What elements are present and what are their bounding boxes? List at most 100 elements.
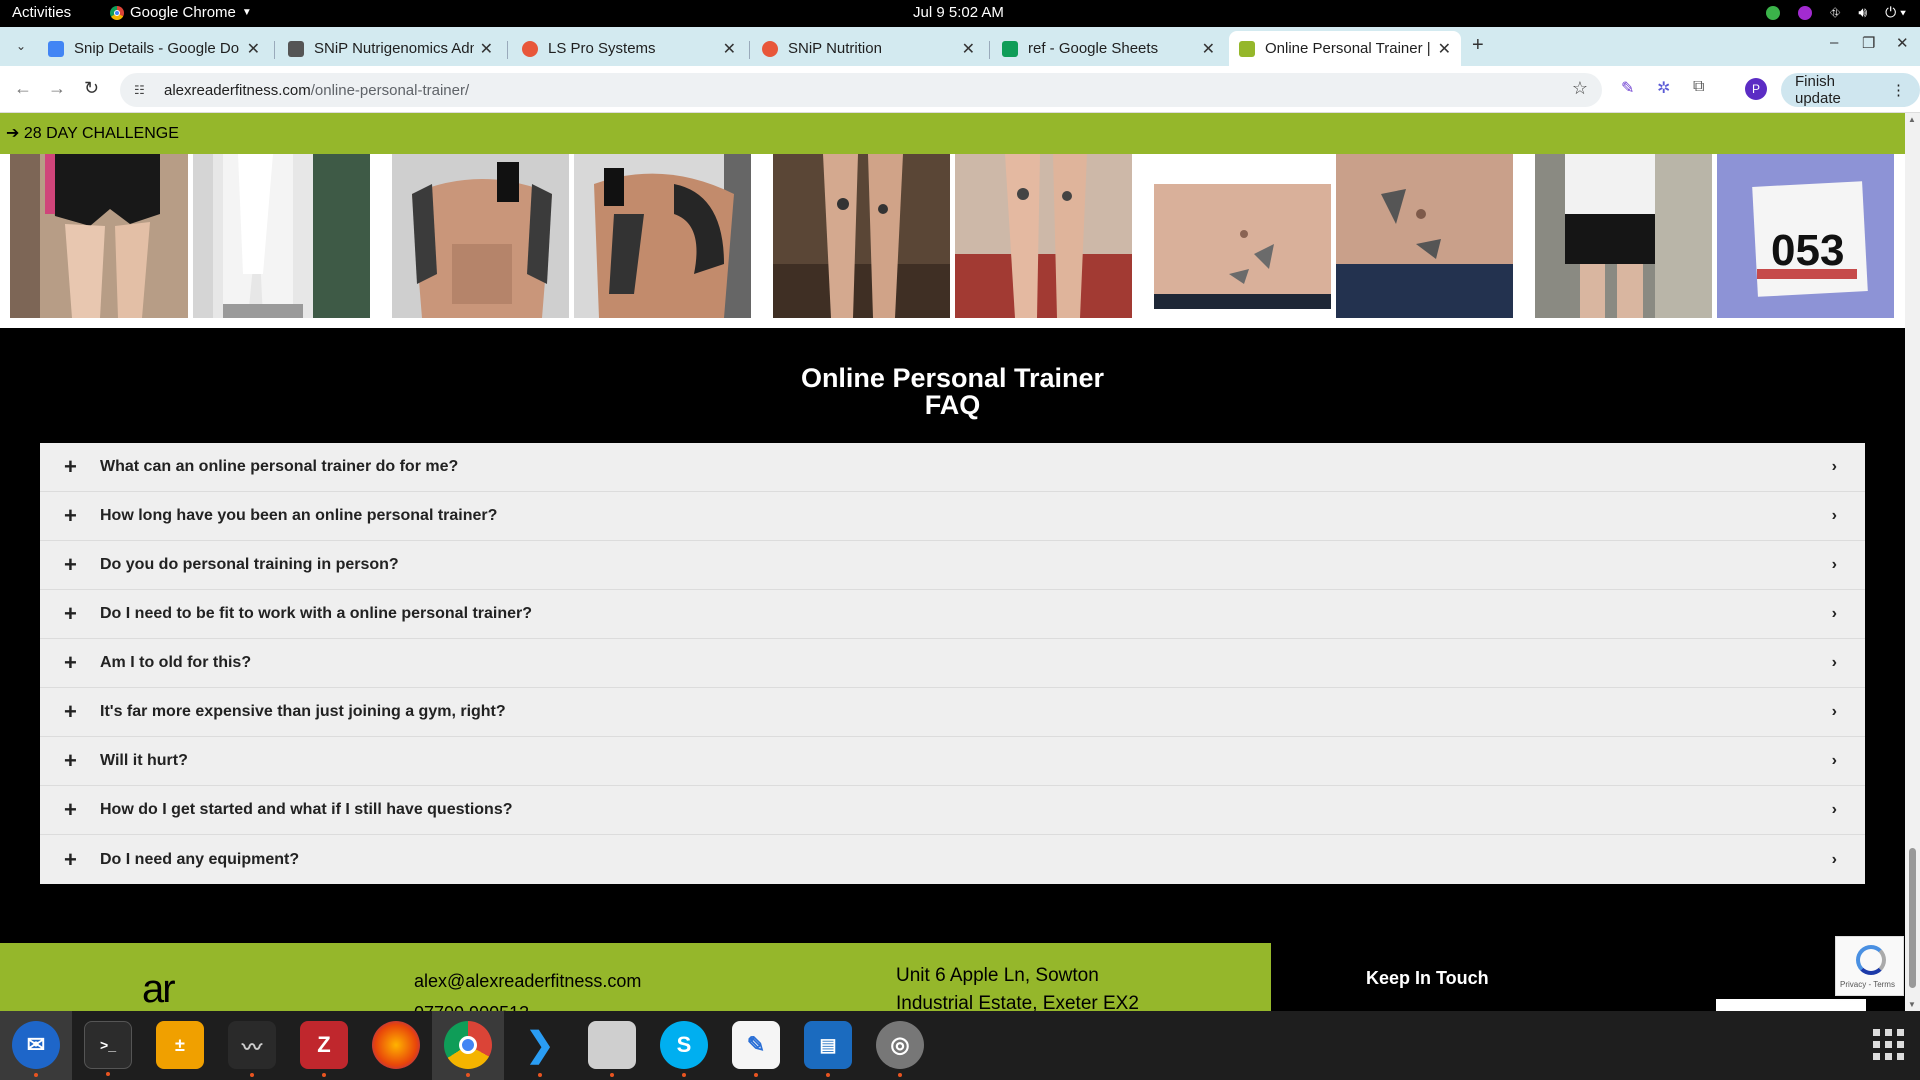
tab-strip: ⌄ Snip Details - Google Do ✕ SNiP Nutrig… [0, 27, 1920, 66]
plus-icon: + [64, 552, 77, 577]
files-icon[interactable] [588, 1021, 636, 1077]
challenge-link-bar[interactable]: ➔ 28 DAY CHALLENGE [0, 113, 1905, 154]
gallery-photo[interactable] [773, 154, 950, 318]
power-icon[interactable]: ⏻ ▾ [1885, 4, 1906, 21]
gallery-photo[interactable] [392, 154, 569, 318]
faq-question: What can an online personal trainer do f… [100, 458, 459, 475]
app-menu-label: Google Chrome [130, 4, 236, 21]
close-icon[interactable]: ✕ [480, 39, 493, 59]
minimize-button[interactable]: – [1830, 34, 1838, 51]
close-window-button[interactable]: ✕ [1896, 34, 1909, 52]
gallery-photo[interactable] [1336, 154, 1513, 318]
gallery-photo[interactable] [193, 154, 370, 318]
tab-ls-pro-systems[interactable]: LS Pro Systems ✕ [512, 31, 746, 66]
chrome-icon[interactable] [444, 1021, 492, 1077]
scrollbar-thumb[interactable] [1909, 848, 1916, 988]
recaptcha-privacy-terms[interactable]: Privacy - Terms [1840, 980, 1895, 989]
footer-contact: ar alex@alexreaderfitness.com 07700 9005… [0, 943, 1271, 1011]
forward-button[interactable]: → [48, 78, 66, 99]
back-button[interactable]: ← [14, 78, 32, 99]
chevron-right-icon: › [1831, 752, 1837, 769]
newsletter-input[interactable] [1716, 999, 1866, 1011]
filezilla-icon[interactable]: Z [300, 1021, 348, 1077]
tab-ref-sheets[interactable]: ref - Google Sheets ✕ [992, 31, 1225, 66]
faq-item[interactable]: + What can an online personal trainer do … [40, 443, 1865, 492]
volume-icon[interactable]: 🔊︎ [1858, 4, 1867, 21]
thunderbird-icon[interactable]: ✉ [12, 1021, 60, 1077]
page-scrollbar[interactable]: ▲ ▼ [1905, 113, 1920, 1011]
url-path: /online-personal-trainer/ [310, 81, 470, 99]
url-domain: alexreaderfitness.com [164, 81, 311, 99]
faq-item[interactable]: + Do you do personal training in person? › [40, 541, 1865, 590]
faq-item[interactable]: + How long have you been an online person… [40, 492, 1865, 541]
finish-update-button[interactable]: Finish update ⋮ [1781, 73, 1920, 107]
restore-button[interactable]: ❐ [1862, 34, 1875, 52]
address-bar[interactable]: ☷ alexreaderfitness.com/online-personal-… [120, 73, 1602, 107]
tab-snip-nutrition[interactable]: SNiP Nutrition ✕ [752, 31, 985, 66]
gear-extension-icon[interactable]: ✲ [1657, 78, 1670, 98]
skype-icon[interactable]: S [660, 1021, 708, 1077]
text-editor-icon[interactable]: ✎ [732, 1021, 780, 1077]
firefox-icon[interactable] [372, 1021, 420, 1069]
more-menu-icon[interactable]: ⋮ [1891, 81, 1906, 99]
tab-title: LS Pro Systems [548, 40, 656, 57]
disk-utility-icon[interactable]: ◎ [876, 1021, 924, 1077]
plus-icon: + [64, 699, 77, 724]
chevron-right-icon: › [1831, 654, 1837, 671]
faq-item[interactable]: + Do I need to be fit to work with a onli… [40, 590, 1865, 639]
tab-snip-details[interactable]: Snip Details - Google Do ✕ [38, 31, 270, 66]
faq-item[interactable]: + How do I get started and what if I stil… [40, 786, 1865, 835]
arrow-right-icon: ➔ [6, 125, 20, 142]
gallery-photo-race-bib[interactable]: 053 [1717, 154, 1894, 318]
close-icon[interactable]: ✕ [962, 39, 975, 59]
network-icon[interactable]: ⛗ [1830, 5, 1840, 21]
gallery-photo[interactable] [955, 154, 1132, 318]
tray-app-icon-purple[interactable] [1797, 5, 1812, 20]
app-menu[interactable]: Google Chrome ▼ [110, 4, 252, 21]
gallery-photo[interactable] [10, 154, 188, 318]
tab-snip-nutrigenomics[interactable]: SNiP Nutrigenomics Adm ✕ [278, 31, 503, 66]
clock[interactable]: Jul 9 5:02 AM [913, 4, 1004, 21]
recaptcha-badge[interactable]: Privacy - Terms [1835, 936, 1904, 996]
tab-online-personal-trainer[interactable]: Online Personal Trainer | ✕ [1229, 31, 1461, 66]
terminal-icon[interactable]: >_ [84, 1021, 132, 1076]
close-icon[interactable]: ✕ [247, 39, 260, 59]
faq-item[interactable]: + It's far more expensive than just joini… [40, 688, 1865, 737]
close-icon[interactable]: ✕ [723, 39, 736, 59]
pen-extension-icon[interactable]: ✎ [1621, 78, 1634, 98]
tray-app-icon-green[interactable] [1765, 5, 1780, 20]
faq-item[interactable]: + Am I to old for this? › [40, 639, 1865, 688]
close-icon[interactable]: ✕ [1438, 39, 1451, 59]
vscode-icon[interactable]: ❯ [516, 1021, 564, 1077]
bookmark-star-icon[interactable]: ☆ [1572, 78, 1588, 99]
footer-email-link[interactable]: alex@alexreaderfitness.com [414, 971, 641, 992]
extensions-puzzle-icon[interactable]: ⧉ [1693, 78, 1704, 96]
tab-title: Snip Details - Google Do [74, 40, 240, 57]
show-apps-grid-icon[interactable] [1873, 1029, 1904, 1060]
reload-button[interactable]: ↻ [84, 78, 99, 99]
footer-logo[interactable]: ar [142, 967, 176, 1011]
close-icon[interactable]: ✕ [1202, 39, 1215, 59]
faq-item[interactable]: + Do I need any equipment? › [40, 835, 1865, 884]
footer-phone-link[interactable]: 07700 900513 [414, 1003, 529, 1011]
scroll-down-arrow-icon[interactable]: ▼ [1908, 1000, 1916, 1009]
scroll-up-arrow-icon[interactable]: ▲ [1908, 115, 1916, 124]
plus-icon: + [64, 454, 77, 479]
chevron-right-icon: › [1831, 850, 1837, 868]
tab-search-chevron-icon[interactable]: ⌄ [10, 35, 32, 57]
system-tray[interactable]: ⛗ 🔊︎ ⏻ ▾ [1765, 4, 1906, 21]
challenge-link[interactable]: 28 DAY CHALLENGE [24, 125, 179, 142]
site-info-icon[interactable]: ☷ [134, 83, 150, 97]
faq-item[interactable]: + Will it hurt? › [40, 737, 1865, 786]
faq-question: How do I get started and what if I still… [100, 801, 513, 818]
faq-question: Do I need to be fit to work with a onlin… [100, 605, 533, 622]
gallery-photo[interactable] [1535, 154, 1712, 318]
activities-button[interactable]: Activities [12, 4, 71, 21]
gallery-photo[interactable] [1154, 154, 1331, 318]
new-tab-button[interactable]: + [1472, 34, 1484, 57]
document-viewer-icon[interactable]: ▤ [804, 1021, 852, 1077]
system-monitor-icon[interactable]: 〰 [228, 1021, 276, 1077]
calculator-icon[interactable]: ± [156, 1021, 204, 1069]
gallery-photo[interactable] [574, 154, 751, 318]
profile-avatar[interactable]: P [1745, 78, 1767, 100]
